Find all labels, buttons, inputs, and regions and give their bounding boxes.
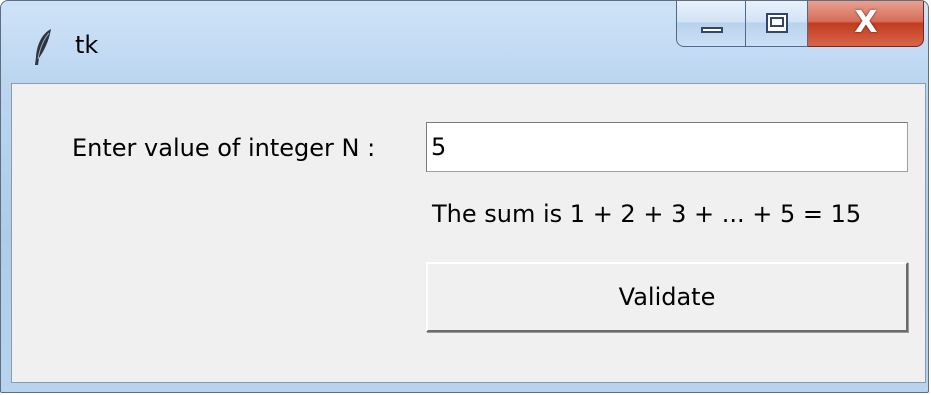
close-button[interactable]: X xyxy=(808,1,924,47)
n-input[interactable] xyxy=(426,122,908,172)
minimize-button[interactable] xyxy=(676,1,746,47)
title-bar[interactable]: tk X xyxy=(1,1,928,83)
window-title: tk xyxy=(75,31,99,59)
minimize-icon xyxy=(701,27,723,33)
close-icon: X xyxy=(854,5,878,40)
n-label: Enter value of integer N : xyxy=(72,134,376,162)
validate-button[interactable]: Validate xyxy=(426,262,908,332)
caption-buttons: X xyxy=(676,1,924,49)
tk-window: tk X Enter value of integer N : The sum … xyxy=(0,0,929,393)
client-area: Enter value of integer N : The sum is 1 … xyxy=(11,83,926,383)
maximize-button[interactable] xyxy=(746,1,808,47)
feather-icon xyxy=(33,27,55,67)
maximize-icon xyxy=(766,13,788,33)
sum-result-label: The sum is 1 + 2 + 3 + ... + 5 = 15 xyxy=(432,200,862,228)
